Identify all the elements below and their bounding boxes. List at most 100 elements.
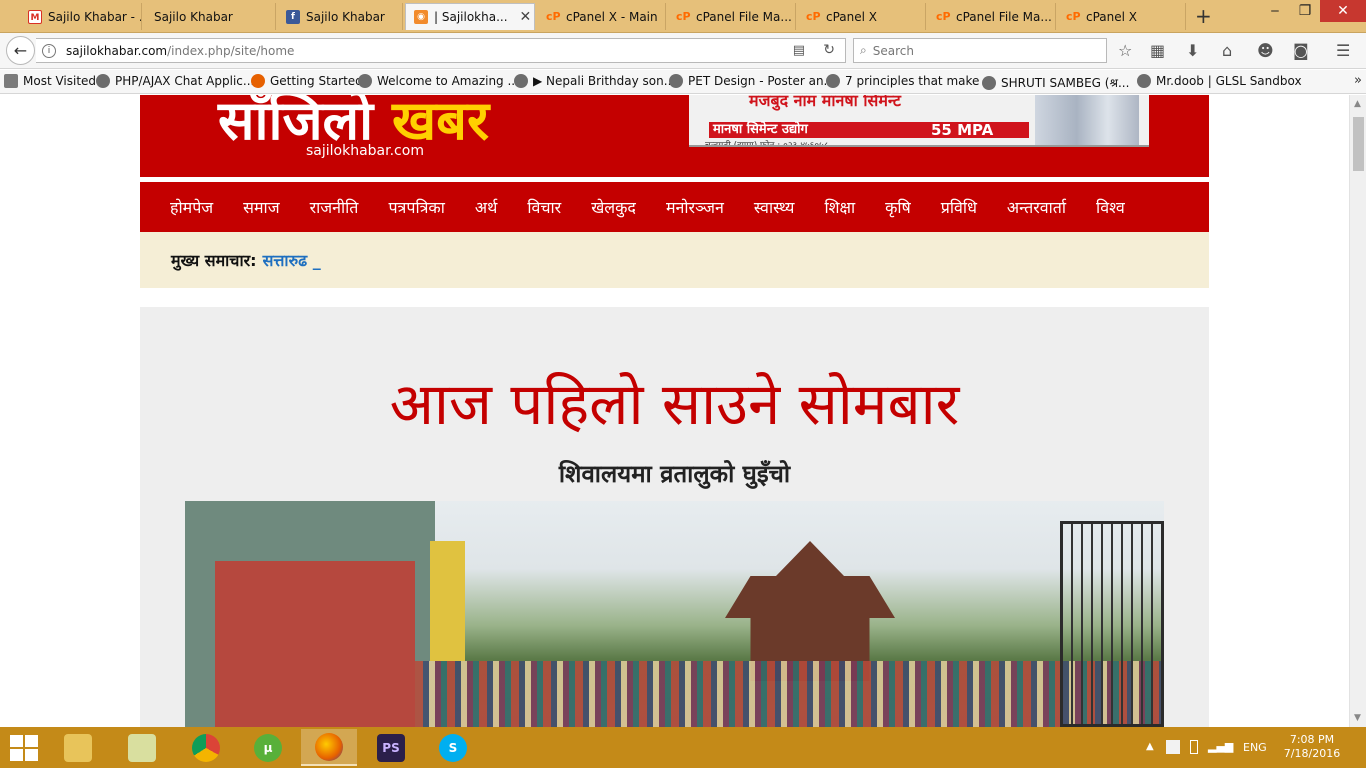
feature-photo[interactable] (185, 501, 1164, 727)
search-input[interactable]: ⌕ Search (853, 38, 1107, 63)
site-info-icon[interactable]: i (42, 43, 56, 58)
globe-icon (96, 74, 110, 88)
bookmark-star-icon[interactable]: ☆ (1118, 41, 1132, 60)
nav-item-world[interactable]: विश्व (1096, 196, 1155, 218)
back-button[interactable]: ← (6, 36, 35, 65)
globe-icon (669, 74, 683, 88)
tab-label: | Sajilokha... (434, 10, 508, 24)
logo-domain: sajilokhabar.com (306, 143, 424, 159)
bookmark-php-chat[interactable]: PHP/AJAX Chat Applic... (96, 74, 254, 88)
input-language[interactable]: ENG (1243, 741, 1267, 754)
ticker-label: मुख्य समाचार: (171, 251, 257, 270)
taskbar-skype[interactable]: S (425, 729, 481, 766)
tab-cpanel-file-manager-2[interactable]: cP cPanel File Ma... (928, 3, 1056, 30)
minimize-button[interactable]: ‒ (1260, 0, 1290, 22)
tab-label: cPanel File Ma... (696, 9, 792, 24)
nav-item-economy[interactable]: अर्थ (475, 196, 527, 218)
nav-item-opinion[interactable]: विचार (527, 196, 591, 218)
battery-icon[interactable] (1190, 740, 1198, 754)
bookmark-7-principles[interactable]: 7 principles that make ... (826, 74, 995, 88)
taskbar-chrome[interactable] (178, 729, 234, 766)
reader-view-icon[interactable]: ▤ (793, 43, 805, 58)
navigation-toolbar: ← i sajilokhabar.com/index.php/site/home… (0, 33, 1366, 69)
taskbar-windows-explorer[interactable] (114, 729, 170, 766)
cement-ad-banner[interactable]: मजबुद नाम मानषा सिमेन्ट मानषा सिमेन्ट उद… (689, 95, 1149, 147)
tab-cpanel-main[interactable]: cP cPanel X - Main (538, 3, 666, 30)
gmail-icon: M (28, 9, 42, 24)
ticker-link[interactable]: सत्तारुढ _ (263, 249, 321, 271)
bookmark-most-visited[interactable]: Most Visited (4, 74, 96, 88)
taskbar-utorrent[interactable]: µ (240, 729, 296, 766)
scroll-up-arrow-icon[interactable]: ▲ (1354, 99, 1361, 109)
tab-cpanel-x[interactable]: cP cPanel X (798, 3, 926, 30)
new-tab-button[interactable]: + (1195, 4, 1212, 28)
nav-item-agriculture[interactable]: कृषि (885, 196, 941, 218)
clock[interactable]: 7:08 PM 7/18/2016 (1282, 733, 1342, 761)
bookmark-nepali-birthday[interactable]: ▶ Nepali Brithday son... (514, 74, 675, 88)
bookmark-welcome-amazing[interactable]: Welcome to Amazing ... (358, 74, 519, 88)
close-tab-icon[interactable]: ✕ (520, 9, 532, 25)
cpanel-icon: cP (1066, 9, 1081, 23)
start-button[interactable] (10, 735, 38, 761)
nav-item-sports[interactable]: खेलकुद (591, 196, 666, 218)
nav-item-press[interactable]: पत्रपत्रिका (388, 196, 474, 218)
url-bar[interactable]: i sajilokhabar.com/index.php/site/home ▤… (36, 38, 846, 63)
tab-label: cPanel X (826, 9, 878, 24)
taskbar-photoshop[interactable]: PS (363, 729, 419, 766)
feature-headline[interactable]: आज पहिलो साउने सोमबार (140, 362, 1209, 441)
window-close-button[interactable]: ✕ (1320, 0, 1366, 22)
nav-item-home[interactable]: होमपेज (170, 196, 243, 218)
tab-label: cPanel File Ma... (956, 9, 1052, 24)
bookmark-shruti-sambeg[interactable]: SHRUTI SAMBEG (श्र... (982, 74, 1129, 91)
network-signal-icon[interactable]: ▂▄▆ (1208, 740, 1233, 753)
windows-taskbar: µ PS S ▲ ▂▄▆ ENG 7:08 PM 7/18/2016 (0, 727, 1366, 768)
tab-cpanel-file-manager[interactable]: cP cPanel File Ma... (668, 3, 796, 30)
reading-list-icon[interactable]: ▦ (1150, 41, 1165, 60)
clock-time: 7:08 PM (1289, 733, 1335, 746)
tab-label: cPanel X - Main (566, 9, 658, 24)
nav-item-politics[interactable]: राजनीति (310, 196, 389, 218)
reload-icon[interactable]: ↻ (823, 42, 835, 58)
tab-sajilo-khabar[interactable]: Sajilo Khabar (146, 3, 276, 30)
tab-gmail[interactable]: M Sajilo Khabar - ... (20, 3, 142, 30)
action-center-flag-icon[interactable] (1166, 740, 1180, 754)
downloads-icon[interactable]: ⬇ (1186, 41, 1199, 60)
nav-item-interview[interactable]: अन्तरवार्ता (1007, 196, 1096, 218)
system-tray: ▲ ▂▄▆ ENG 7:08 PM 7/18/2016 (1146, 727, 1366, 768)
restore-button[interactable]: ❐ (1290, 0, 1320, 22)
url-host: sajilokhabar.com (66, 43, 168, 58)
nav-item-entertainment[interactable]: मनोरञ्जन (666, 196, 754, 218)
show-hidden-icons-icon[interactable]: ▲ (1146, 741, 1154, 752)
bookmark-label: PET Design - Poster an... (688, 74, 835, 88)
bookmark-glsl-sandbox[interactable]: Mr.doob | GLSL Sandbox (1137, 74, 1302, 88)
tab-cpanel-x-2[interactable]: cP cPanel X (1058, 3, 1186, 30)
tab-sajilokhabar-active[interactable]: ◉ | Sajilokha... ✕ (405, 3, 535, 30)
bookmark-pet-design[interactable]: PET Design - Poster an... (669, 74, 835, 88)
photo-pagoda-temple (725, 541, 895, 681)
ad-contact: चन्द्रगढी (झापा) फोन : ०२३-४५६०५८ (705, 141, 829, 147)
globe-icon (1137, 74, 1151, 88)
nav-item-health[interactable]: स्वास्थ्य (754, 196, 825, 218)
firefox-icon (251, 74, 265, 88)
nav-item-education[interactable]: शिक्षा (824, 196, 885, 218)
bookmark-label: 7 principles that make ... (845, 74, 995, 88)
nav-item-technology[interactable]: प्रविधि (941, 196, 1007, 218)
hello-icon[interactable]: ☻ (1257, 41, 1274, 60)
tab-facebook[interactable]: f Sajilo Khabar (278, 3, 403, 30)
menu-icon[interactable]: ☰ (1336, 41, 1350, 60)
page-viewport: साँजिलो खबर sajilokhabar.com मजबुद नाम म… (0, 95, 1349, 727)
home-icon[interactable]: ⌂ (1222, 41, 1232, 60)
url-text[interactable]: sajilokhabar.com/index.php/site/home (66, 44, 294, 58)
taskbar-file-explorer[interactable] (50, 729, 106, 766)
photoshop-icon: PS (377, 733, 405, 762)
bookmark-getting-started[interactable]: Getting Started (251, 74, 363, 88)
page-scrollbar[interactable]: ▲ ▼ (1349, 95, 1366, 727)
taskbar-firefox[interactable] (301, 729, 357, 766)
bookmark-label: Welcome to Amazing ... (377, 74, 519, 88)
nav-item-society[interactable]: समाज (243, 196, 309, 218)
pocket-icon[interactable]: ◙ (1293, 41, 1309, 60)
bookmarks-overflow-icon[interactable]: » (1354, 73, 1362, 88)
scroll-down-arrow-icon[interactable]: ▼ (1354, 713, 1361, 723)
scrollbar-thumb[interactable] (1353, 117, 1364, 171)
ad-company-name: मानषा सिमेन्ट उद्योग 55 MPA (709, 122, 1029, 138)
